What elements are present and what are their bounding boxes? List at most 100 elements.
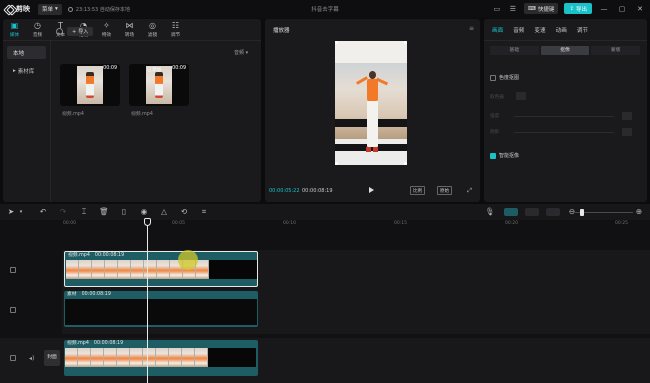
color-picker-icon [516, 92, 526, 100]
tab-label: 音频 [32, 33, 43, 38]
rotate-icon[interactable]: ⟲ [179, 207, 189, 217]
cover-button[interactable]: 封面 [44, 350, 60, 366]
shortcut-button[interactable]: ⌨ 快捷键 [523, 3, 559, 14]
shortcut-label: 快捷键 [537, 6, 555, 13]
import-button[interactable]: + 导入 [67, 27, 94, 36]
tab-picture[interactable]: 画面 [492, 26, 503, 34]
keyboard-icon: ⌨ [527, 5, 536, 12]
zoom-slider-handle[interactable] [580, 209, 584, 216]
media-clip-card[interactable]: 已添加 00:09 [129, 64, 189, 106]
clip-thumbnail [77, 66, 103, 104]
subtab-mask[interactable]: 蒙版 [591, 46, 641, 55]
tab-audio-props[interactable]: 音频 [513, 26, 524, 34]
chroma-key-option[interactable]: 色度抠图 [490, 74, 519, 81]
reverse-icon[interactable]: ◉ [139, 207, 149, 217]
resize-handle[interactable] [404, 162, 407, 165]
title-bar: 剪映 菜单 ▾ 23:13:53 自动保存本地 抖音去字幕 ▭ ☰ ⌨ 快捷键 … [0, 0, 650, 18]
tab-media[interactable]: ▣ 媒体 [3, 19, 26, 41]
timeline-clip[interactable]: 视频.mp4 00:00:08:19 [64, 251, 258, 287]
properties-panel: 画面 音频 变速 动画 调节 基础 抠像 蒙版 色度抠图 取色器 强度 阴影 智… [484, 19, 647, 202]
settings-icon[interactable]: ☰ [508, 4, 518, 14]
checkbox-checked[interactable] [490, 152, 496, 159]
main-track-magnet-toggle[interactable] [504, 208, 518, 216]
resize-handle[interactable] [335, 41, 338, 44]
tab-speed[interactable]: 变速 [534, 26, 545, 34]
mirror-icon[interactable]: △ [159, 207, 169, 217]
track-header [0, 250, 62, 290]
undo-icon[interactable]: ↶ [38, 207, 48, 217]
ghost-label: 阴影 [490, 130, 500, 135]
redo-icon[interactable]: ↷ [58, 207, 68, 217]
fullscreen-icon[interactable]: ⤢ [467, 187, 472, 195]
tab-adjust[interactable]: ☷ 调节 [164, 19, 187, 41]
mouse-cursor-highlight [178, 250, 198, 270]
playhead[interactable] [147, 218, 148, 383]
ghost-label: 强度 [490, 114, 500, 119]
subtab-basic[interactable]: 基础 [490, 46, 539, 55]
clip-header: 素材 00:00:08:19 [67, 291, 111, 299]
tab-audio[interactable]: ◷ 音频 [26, 19, 49, 41]
split-icon[interactable]: ⌶ [79, 207, 89, 217]
playhead-handle[interactable] [144, 218, 151, 226]
added-badge: 已添加 [147, 68, 162, 73]
timeline-clip[interactable]: 视频.mp4 00:00:08:19 [64, 340, 258, 376]
autosave-text: 23:13:53 自动保存本地 [75, 6, 130, 13]
timeline-clip[interactable]: 素材 00:00:08:19 [64, 291, 258, 327]
subtab-cutout[interactable]: 抠像 [540, 46, 590, 55]
ruler-label: 00:10 [283, 221, 296, 226]
player-controls: 00:00:05:22 00:00:08:19 比例 原始 ⤢ [265, 182, 480, 202]
resize-handle[interactable] [335, 162, 338, 165]
freeze-icon[interactable]: ▯ [119, 207, 129, 217]
menu-button[interactable]: 菜单 ▾ [38, 3, 62, 15]
zoom-in-icon[interactable]: ⊕ [634, 207, 644, 217]
clock-icon [67, 6, 73, 12]
resize-handle[interactable] [404, 41, 407, 44]
caret-right-icon: ▸ [13, 67, 16, 74]
more-icon[interactable]: ≡ [469, 25, 474, 32]
value-box [622, 128, 632, 136]
clip-body [65, 299, 257, 325]
close-icon[interactable]: ✕ [634, 5, 646, 13]
sidebar-item-local[interactable]: 本地 [7, 46, 46, 59]
ratio-button[interactable]: 比例 [410, 186, 425, 195]
sidebar-item-library[interactable]: ▸ 素材库 [7, 64, 46, 77]
tab-label: 转场 [124, 33, 135, 38]
tab-effects[interactable]: ✧ 特效 [95, 19, 118, 41]
tab-animation[interactable]: 动画 [556, 26, 567, 34]
audio-icon: ◷ [34, 21, 41, 30]
track-lock-icon[interactable] [10, 267, 16, 273]
tab-transition[interactable]: ⋈ 转场 [118, 19, 141, 41]
linkage-toggle[interactable] [546, 208, 560, 216]
track-lock-icon[interactable] [10, 355, 16, 361]
app-name: 剪映 [16, 5, 30, 13]
track-lock-icon[interactable] [10, 307, 16, 313]
tab-label: 调节 [170, 33, 181, 38]
clip-name: 视频.mp4 [131, 112, 153, 117]
microphone-icon[interactable]: 🎙 [485, 207, 495, 217]
tab-adjust-props[interactable]: 调节 [577, 26, 588, 34]
clip-name: 视频.mp4 [68, 253, 90, 258]
export-button[interactable]: ⇪ 导出 [564, 3, 592, 14]
ghost-label: 取色器 [490, 95, 504, 100]
minimize-icon[interactable]: — [598, 5, 610, 13]
checkbox[interactable] [490, 74, 496, 81]
select-tool-icon[interactable]: ➤ [6, 207, 16, 217]
maximize-icon[interactable]: ▢ [616, 5, 628, 13]
select-all-checkbox[interactable] [56, 28, 63, 35]
play-icon[interactable] [369, 187, 374, 193]
properties-tabs: 画面 音频 变速 动画 调节 [484, 19, 647, 41]
delete-icon[interactable]: 🗑 [99, 207, 109, 217]
layout-icon[interactable]: ▭ [492, 4, 502, 14]
chevron-down-icon: ▾ [55, 6, 58, 12]
tab-filter[interactable]: ◎ 滤镜 [141, 19, 164, 41]
crop-icon[interactable]: ⌗ [199, 207, 209, 217]
smart-cutout-option[interactable]: 智能抠像 [490, 152, 519, 159]
chevron-down-icon[interactable]: ▾ [16, 207, 26, 217]
mute-icon[interactable]: ◂) [29, 355, 34, 362]
original-button[interactable]: 原始 [437, 186, 452, 195]
media-clip-card[interactable]: 00:09 [60, 64, 120, 106]
import-label: 导入 [78, 29, 89, 35]
video-preview[interactable] [335, 41, 407, 165]
auto-snap-toggle[interactable] [525, 208, 539, 216]
clip-header: 视频.mp4 00:00:08:19 [67, 340, 123, 348]
